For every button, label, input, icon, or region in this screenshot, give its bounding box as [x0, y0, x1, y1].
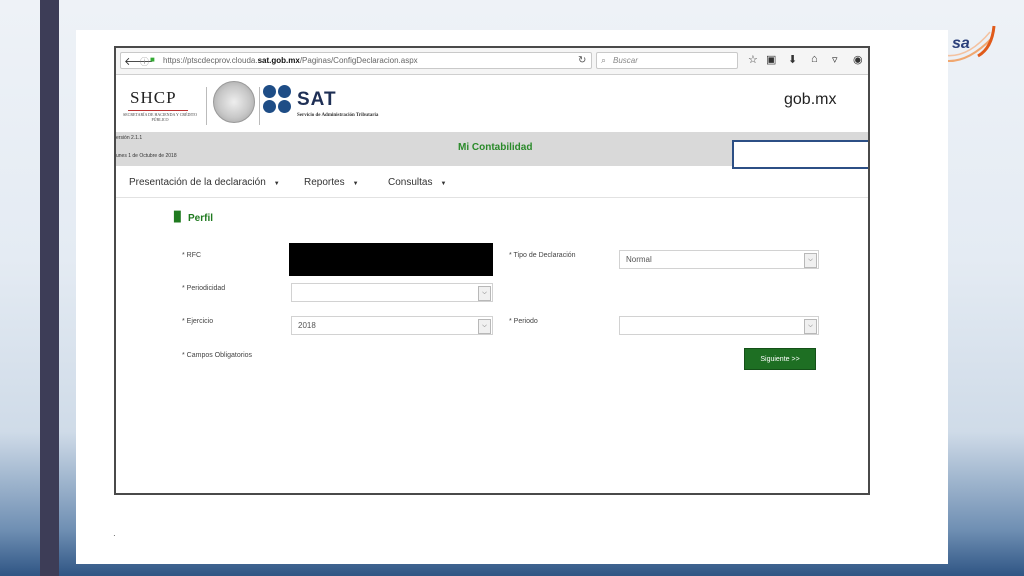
- search-icon: ⌕: [601, 55, 607, 65]
- ejercicio-select[interactable]: 2018 ⌵: [291, 316, 493, 335]
- sat-logo-icon: [263, 85, 293, 115]
- menu-reportes[interactable]: Reportes ▼: [304, 177, 359, 188]
- shcp-divider: [128, 110, 188, 111]
- date-text: unes 1 de Octubre de 2018: [116, 153, 177, 159]
- version-text: ersión 2.1.1: [116, 135, 143, 141]
- ejercicio-value: 2018: [298, 321, 316, 330]
- download-icon[interactable]: ⬇: [788, 53, 797, 66]
- home-icon[interactable]: ⌂: [811, 53, 818, 65]
- chevron-down-icon[interactable]: ⌵: [804, 319, 817, 334]
- section-title: Perfil: [188, 213, 214, 224]
- highlight-box: [732, 140, 868, 169]
- menu-presentacion[interactable]: Presentación de la declaración ▼: [129, 177, 280, 188]
- caret-down-icon: ▼: [273, 181, 280, 187]
- required-note: * Campos Obligatorios: [182, 352, 253, 359]
- star-icon[interactable]: ☆: [748, 53, 758, 66]
- app-title: Mi Contabilidad: [458, 142, 533, 153]
- browser-window: 🡐 ⓘ ■ https://ptscdecprov.clouda.sat.gob…: [114, 46, 870, 495]
- national-seal-icon: [213, 81, 255, 123]
- tipo-declaracion-select[interactable]: Normal ⌵: [619, 250, 819, 269]
- ejercicio-label: * Ejercicio: [182, 318, 214, 325]
- document-icon: ▉: [174, 212, 182, 223]
- site-header: SHCP SECRETARÍA DE HACIENDA Y CRÉDITO PÚ…: [116, 75, 868, 131]
- tipo-label: * Tipo de Declaración: [509, 252, 576, 259]
- periodicidad-label: * Periodicidad: [182, 285, 226, 292]
- info-icon[interactable]: ⓘ: [140, 55, 149, 68]
- chevron-down-icon[interactable]: ⌵: [804, 253, 817, 268]
- sat-subtitle: Servicio de Administración Tributaria: [297, 113, 379, 118]
- search-input[interactable]: ⌕ Buscar: [596, 52, 738, 69]
- svg-text:sa: sa: [952, 35, 970, 52]
- sat-logo-text: SAT: [297, 89, 337, 110]
- chevron-down-icon[interactable]: ⌵: [478, 286, 491, 301]
- left-accent-bar: [40, 0, 59, 576]
- extension-icon[interactable]: ◉: [853, 53, 863, 66]
- search-placeholder: Buscar: [613, 56, 638, 65]
- periodo-label: * Periodo: [509, 318, 538, 325]
- chevron-down-icon[interactable]: ⌵: [478, 319, 491, 334]
- clipboard-icon[interactable]: ▣: [766, 53, 776, 66]
- gob-mx-logo[interactable]: gob.mx: [784, 91, 836, 109]
- periodicidad-select[interactable]: ⌵: [291, 283, 493, 302]
- browser-toolbar: 🡐 ⓘ ■ https://ptscdecprov.clouda.sat.gob…: [116, 48, 868, 75]
- siguiente-button[interactable]: Siguiente >>: [744, 348, 816, 370]
- menu-consultas[interactable]: Consultas ▼: [388, 177, 446, 188]
- tipo-value: Normal: [626, 255, 652, 264]
- caret-down-icon: ▼: [352, 181, 359, 187]
- periodo-select[interactable]: ⌵: [619, 316, 819, 335]
- bullet-dot: ·: [113, 531, 116, 540]
- main-menu: Presentación de la declaración ▼ Reportes…: [116, 169, 868, 198]
- header-separator: [206, 87, 207, 125]
- url-bar[interactable]: 🡐 ⓘ ■ https://ptscdecprov.clouda.sat.gob…: [120, 52, 592, 69]
- reload-icon[interactable]: ↻: [578, 55, 586, 66]
- pocket-icon[interactable]: ▿: [832, 53, 838, 66]
- shcp-logo: SHCP: [130, 88, 177, 107]
- shcp-subtitle: SECRETARÍA DE HACIENDA Y CRÉDITO PÚBLICO: [123, 112, 197, 122]
- header-separator-2: [259, 87, 260, 125]
- lock-icon: ■: [150, 55, 155, 64]
- rfc-label: * RFC: [182, 252, 202, 259]
- caret-down-icon: ▼: [440, 181, 447, 187]
- url-text[interactable]: https://ptscdecprov.clouda.sat.gob.mx/Pa…: [163, 56, 418, 65]
- rfc-field-redacted[interactable]: [289, 243, 493, 276]
